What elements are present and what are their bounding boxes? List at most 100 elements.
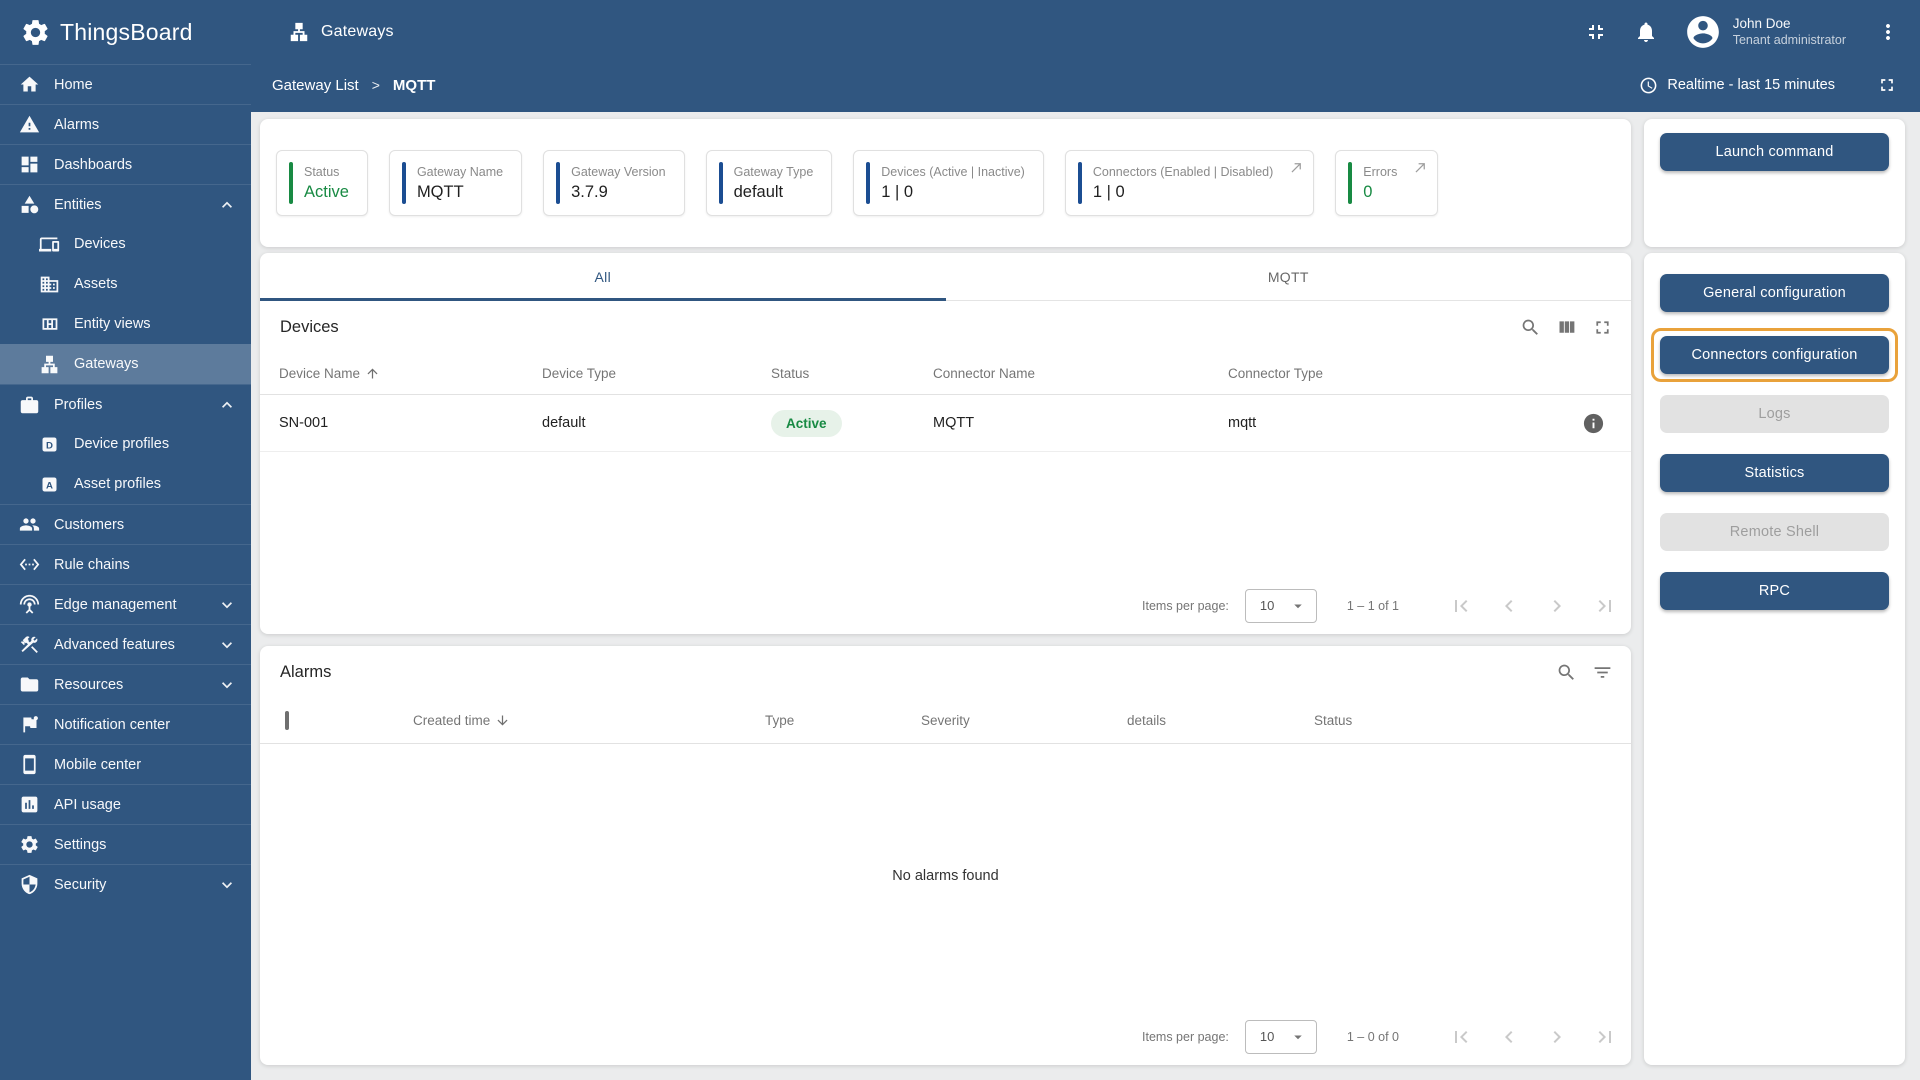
fullscreen-icon[interactable] bbox=[1592, 317, 1613, 338]
user-role: Tenant administrator bbox=[1733, 33, 1846, 49]
info-icon[interactable] bbox=[1582, 412, 1605, 435]
sidebar-item-label: Home bbox=[54, 77, 93, 93]
sidebar-item-dashboards[interactable]: Dashboards bbox=[0, 144, 251, 184]
first-page-icon[interactable] bbox=[1449, 1025, 1473, 1049]
page-title-label: Gateways bbox=[321, 23, 394, 41]
filter-icon bbox=[1592, 662, 1613, 683]
sidebar-item-settings[interactable]: Settings bbox=[0, 824, 251, 864]
sidebar-item-label: API usage bbox=[54, 797, 121, 813]
cell-connector-name: MQTT bbox=[933, 415, 1228, 431]
sidebar-item-label: Devices bbox=[74, 236, 126, 252]
kebab-menu-icon[interactable] bbox=[1876, 20, 1900, 44]
sidebar-item-alarms[interactable]: Alarms bbox=[0, 104, 251, 144]
resources-icon bbox=[19, 674, 40, 695]
general-configuration-button[interactable]: General configuration bbox=[1660, 274, 1889, 312]
search-icon[interactable] bbox=[1556, 662, 1577, 683]
collapse-icon[interactable] bbox=[1584, 20, 1608, 44]
open-link-icon bbox=[1289, 160, 1304, 175]
rpc-button[interactable]: RPC bbox=[1660, 572, 1889, 610]
logs-button[interactable]: Logs bbox=[1660, 395, 1889, 433]
column-header-device-name[interactable]: Device Name bbox=[279, 366, 542, 381]
launch-command-button[interactable]: Launch command bbox=[1660, 133, 1889, 171]
sidebar-item-rule-chains[interactable]: Rule chains bbox=[0, 544, 251, 584]
connectors-configuration-button[interactable]: Connectors configuration bbox=[1660, 336, 1889, 374]
devices-page-size-select[interactable]: 10 bbox=[1245, 589, 1317, 623]
stat-label: Connectors (Enabled | Disabled) bbox=[1093, 165, 1273, 179]
sidebar-item-notification-center[interactable]: Notification center bbox=[0, 704, 251, 744]
select-all-checkbox[interactable] bbox=[285, 711, 289, 730]
sidebar-item-entity-views[interactable]: Entity views bbox=[0, 304, 251, 344]
stat-card-status: StatusActive bbox=[276, 150, 368, 216]
next-page-icon[interactable] bbox=[1545, 1025, 1569, 1049]
sidebar-item-api-usage[interactable]: API usage bbox=[0, 784, 251, 824]
sidebar-item-home[interactable]: Home bbox=[0, 64, 251, 104]
alarms-page-size-select[interactable]: 10 bbox=[1245, 1020, 1317, 1054]
sidebar-item-customers[interactable]: Customers bbox=[0, 504, 251, 544]
chevron-down-icon bbox=[217, 875, 237, 895]
column-header-severity[interactable]: Severity bbox=[921, 713, 1127, 728]
device-table-row[interactable]: SN-001defaultActiveMQTTmqtt bbox=[260, 395, 1631, 452]
statistics-button[interactable]: Statistics bbox=[1660, 454, 1889, 492]
column-header-type[interactable]: Type bbox=[765, 713, 921, 728]
columns-icon[interactable] bbox=[1556, 317, 1577, 338]
sidebar-item-entities[interactable]: Entities bbox=[0, 184, 251, 224]
sidebar-item-mobile-center[interactable]: Mobile center bbox=[0, 744, 251, 784]
column-header-connector-name[interactable]: Connector Name bbox=[933, 366, 1228, 381]
avatar[interactable] bbox=[1684, 13, 1722, 51]
brand-name: ThingsBoard bbox=[60, 19, 193, 46]
tab-mqtt[interactable]: MQTT bbox=[946, 253, 1632, 300]
sidebar-item-device-profiles[interactable]: DDevice profiles bbox=[0, 424, 251, 464]
stat-label: Status bbox=[304, 165, 349, 179]
column-header-created-time[interactable]: Created time bbox=[413, 713, 765, 728]
sidebar-item-resources[interactable]: Resources bbox=[0, 664, 251, 704]
remote-shell-button[interactable]: Remote Shell bbox=[1660, 513, 1889, 551]
cell-device-type: default bbox=[542, 415, 771, 431]
last-page-icon bbox=[1593, 594, 1617, 618]
dropdown-arrow-icon bbox=[1289, 597, 1307, 615]
breadcrumb-parent[interactable]: Gateway List bbox=[272, 77, 359, 94]
column-header-status[interactable]: Status bbox=[1314, 713, 1617, 728]
next-page-icon[interactable] bbox=[1545, 594, 1569, 618]
sidebar-item-security[interactable]: Security bbox=[0, 864, 251, 904]
page-title: Gateways bbox=[288, 21, 394, 43]
notifications-bell-icon[interactable] bbox=[1634, 20, 1658, 44]
column-header-status[interactable]: Status bbox=[771, 366, 933, 381]
previous-page-icon[interactable] bbox=[1497, 594, 1521, 618]
sidebar-item-label: Entities bbox=[54, 197, 102, 213]
column-header-connector-type[interactable]: Connector Type bbox=[1228, 366, 1569, 381]
first-page-icon[interactable] bbox=[1449, 594, 1473, 618]
breadcrumb-separator: > bbox=[372, 77, 380, 93]
previous-page-icon[interactable] bbox=[1497, 1025, 1521, 1049]
page-size-value: 10 bbox=[1260, 1029, 1274, 1044]
column-header-details[interactable]: details bbox=[1127, 713, 1314, 728]
sidebar-item-label: Customers bbox=[54, 517, 124, 533]
sidebar-item-assets[interactable]: Assets bbox=[0, 264, 251, 304]
tab-all[interactable]: All bbox=[260, 253, 946, 300]
sidebar-item-gateways[interactable]: Gateways bbox=[0, 344, 251, 384]
sidebar-item-devices[interactable]: Devices bbox=[0, 224, 251, 264]
launch-command-card: Launch command bbox=[1644, 119, 1905, 247]
sidebar-item-advanced-features[interactable]: Advanced features bbox=[0, 624, 251, 664]
security-icon bbox=[19, 874, 40, 895]
timewindow-button[interactable]: Realtime - last 15 minutes bbox=[1639, 76, 1835, 95]
chevron-down-icon bbox=[217, 635, 237, 655]
fullscreen-icon[interactable] bbox=[1877, 75, 1897, 95]
stat-card-connectors-enabled-disabled: Connectors (Enabled | Disabled)1 | 0 bbox=[1065, 150, 1314, 216]
brand-logo-row[interactable]: ThingsBoard bbox=[0, 0, 251, 64]
page-size-value: 10 bbox=[1260, 598, 1274, 613]
devices-table-header: Device NameDevice TypeStatusConnector Na… bbox=[260, 353, 1631, 395]
stat-label: Gateway Type bbox=[734, 165, 814, 179]
last-page-icon[interactable] bbox=[1593, 1025, 1617, 1049]
devices-table-body: SN-001defaultActiveMQTTmqtt bbox=[260, 395, 1631, 452]
filter-icon[interactable] bbox=[1592, 662, 1613, 683]
column-header-device-type[interactable]: Device Type bbox=[542, 366, 771, 381]
last-page-icon[interactable] bbox=[1593, 594, 1617, 618]
column-label: Connector Type bbox=[1228, 366, 1323, 381]
sidebar-item-asset-profiles[interactable]: AAsset profiles bbox=[0, 464, 251, 504]
search-icon[interactable] bbox=[1520, 317, 1541, 338]
sidebar-item-profiles[interactable]: Profiles bbox=[0, 384, 251, 424]
sidebar-item-edge-management[interactable]: Edge management bbox=[0, 584, 251, 624]
user-block[interactable]: John Doe Tenant administrator bbox=[1733, 16, 1846, 49]
first-page-icon bbox=[1449, 594, 1473, 618]
column-label: Created time bbox=[413, 713, 490, 728]
